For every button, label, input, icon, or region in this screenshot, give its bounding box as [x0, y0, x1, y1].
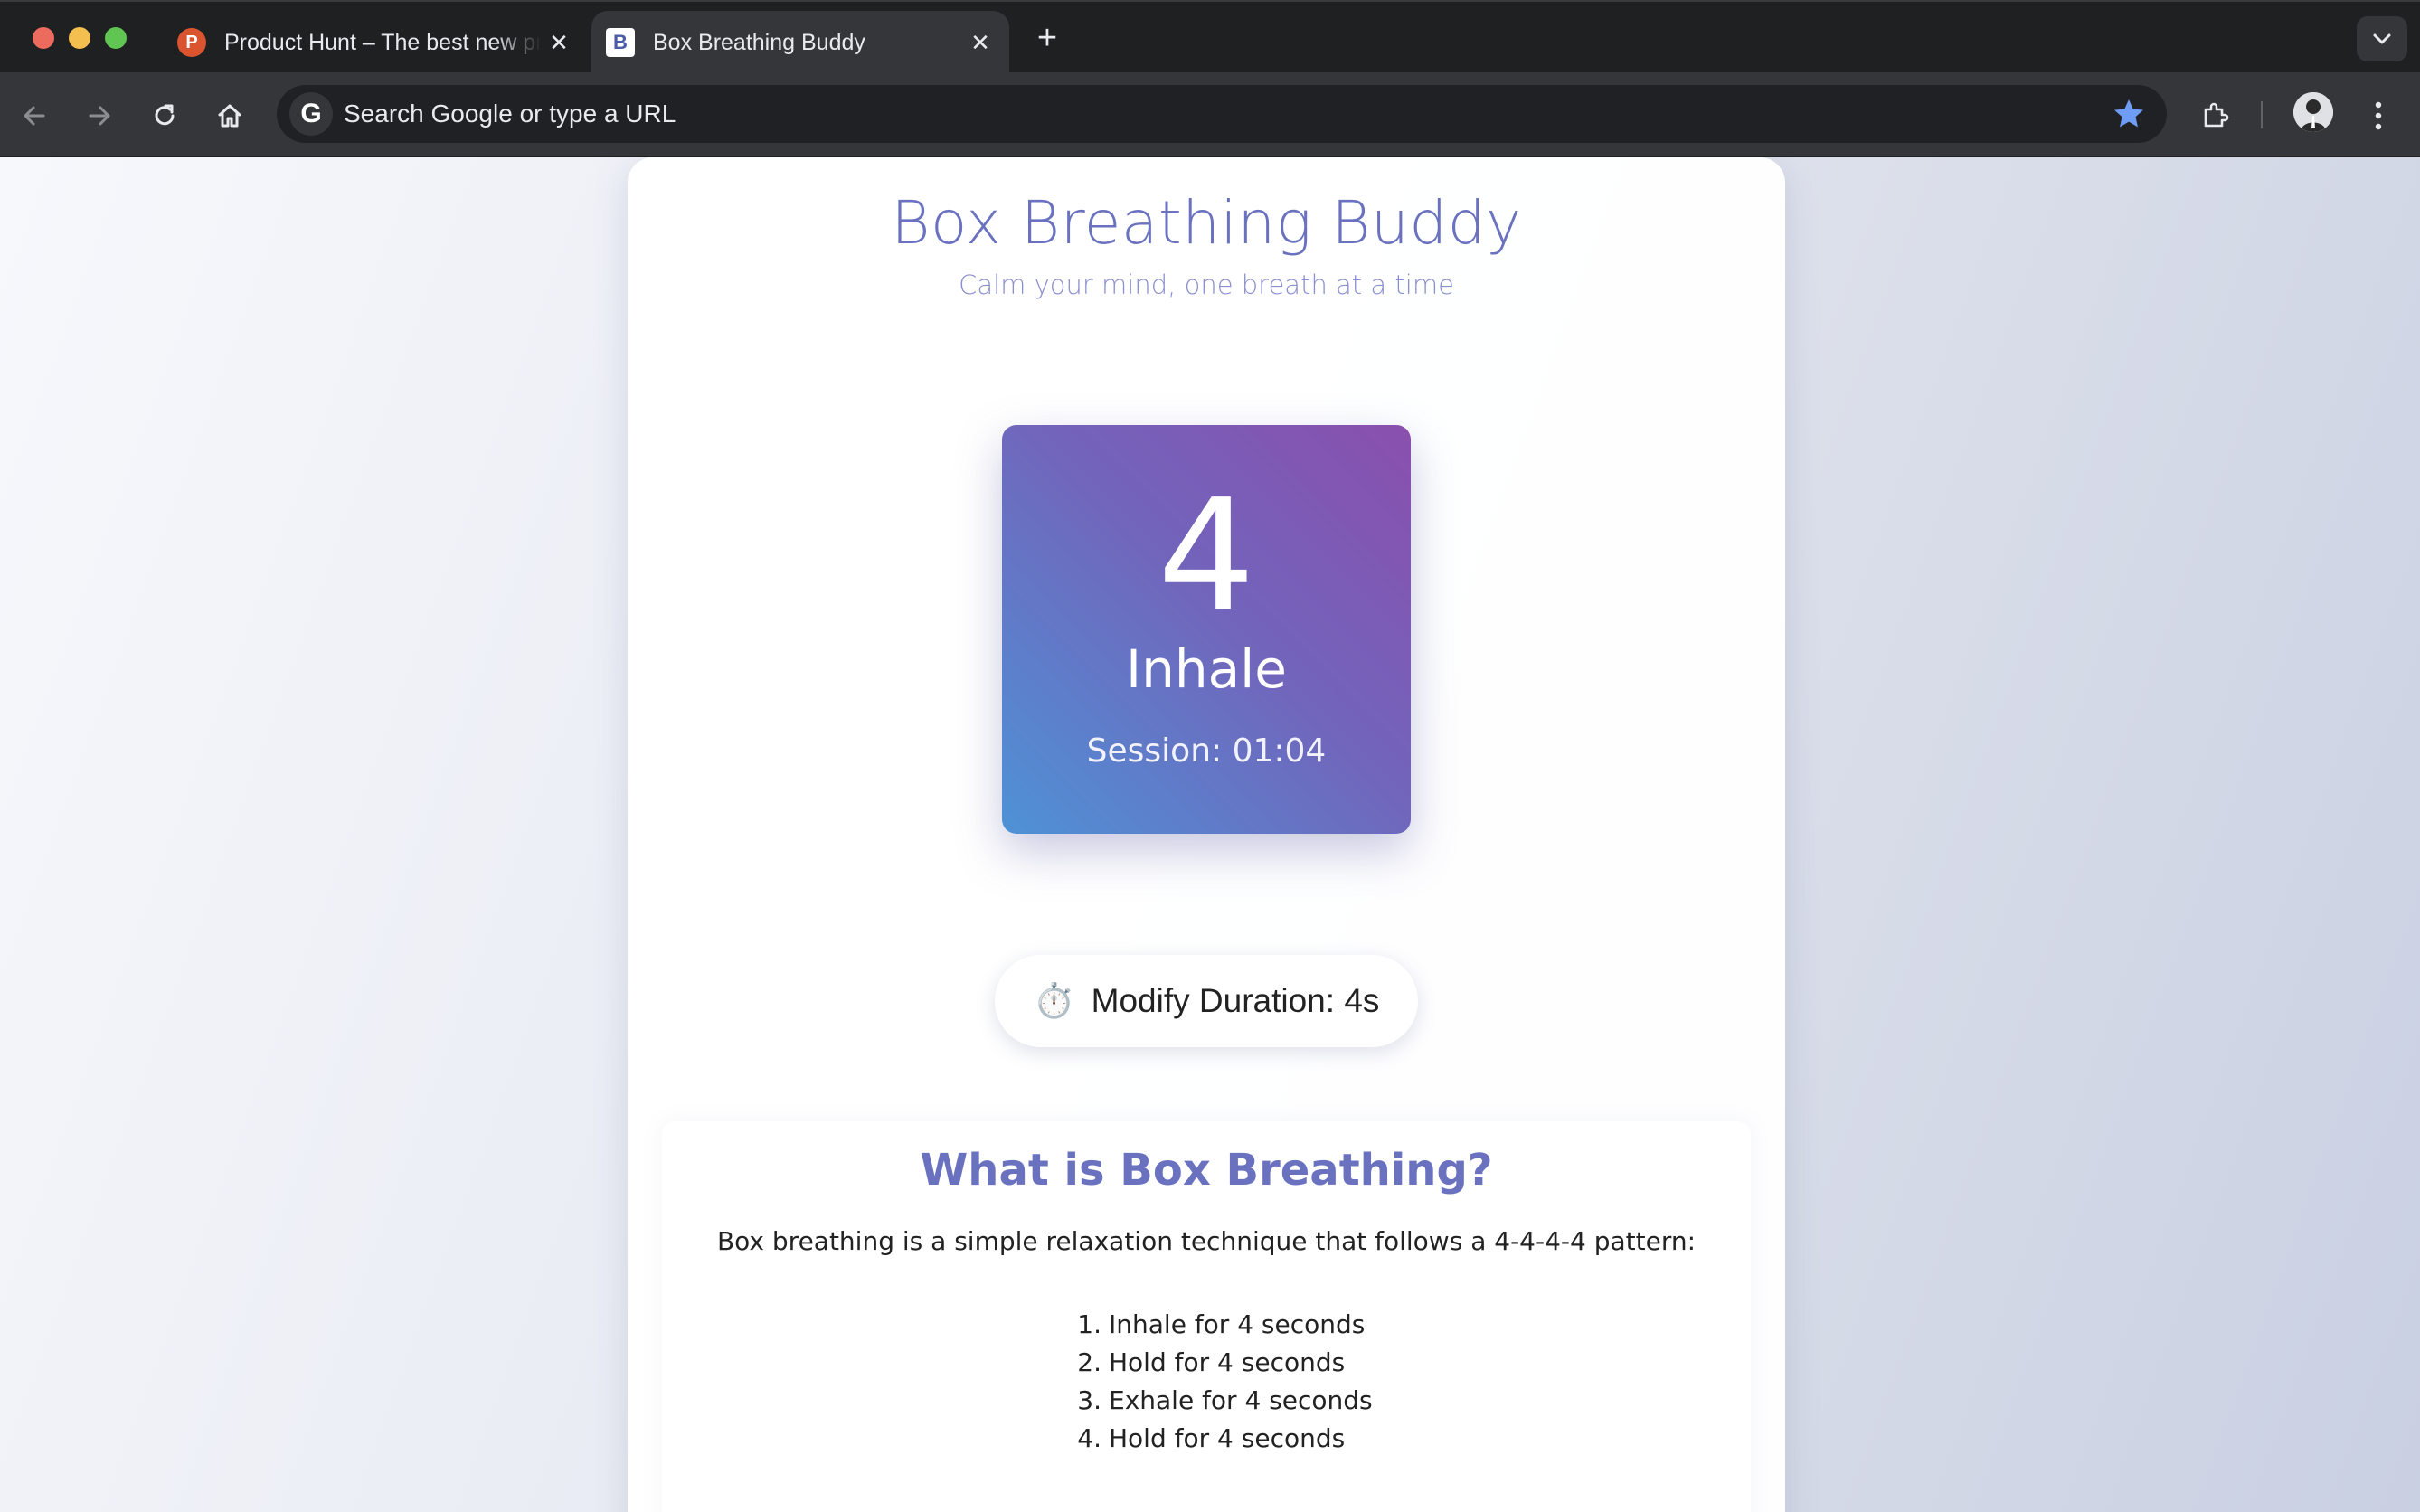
profile-avatar[interactable] [2293, 92, 2333, 132]
close-tab-icon[interactable]: ✕ [962, 24, 998, 61]
reload-icon[interactable] [143, 94, 186, 137]
back-arrow-icon[interactable] [13, 94, 56, 137]
modify-duration-label: Modify Duration: 4s [1091, 982, 1380, 1019]
list-item: 3. Exhale for 4 seconds [1077, 1385, 1373, 1415]
bookmark-star-icon[interactable] [2111, 96, 2147, 132]
extensions-puzzle-icon[interactable] [2194, 94, 2237, 137]
info-heading: What is Box Breathing? [920, 1145, 1493, 1195]
address-input[interactable]: Search Google or type a URL [344, 85, 676, 143]
info-section: What is Box Breathing? Box breathing is … [662, 1121, 1751, 1512]
maximize-window-button[interactable] [105, 27, 127, 49]
tab-title: Product Hunt – The best new products in … [224, 29, 541, 55]
browser-toolbar: G Search Google or type a URL [0, 72, 2420, 157]
page-subtitle: Calm your mind, one breath at a time [959, 269, 1454, 300]
address-bar[interactable]: G Search Google or type a URL [277, 85, 2167, 143]
list-item: 4. Hold for 4 seconds [1077, 1423, 1346, 1453]
app-card: Box Breathing Buddy Calm your mind, one … [628, 157, 1785, 1512]
close-window-button[interactable] [33, 27, 54, 49]
toolbar-divider [2261, 101, 2263, 128]
tab-search-chevron-down-icon[interactable] [2357, 16, 2407, 61]
breathing-box: 4 Inhale Session: 01:04 [1002, 425, 1411, 834]
page-viewport: Box Breathing Buddy Calm your mind, one … [0, 157, 2420, 1512]
tab-title: Box Breathing Buddy [653, 29, 865, 55]
breath-phase-label: Inhale [1126, 638, 1287, 700]
tab-product-hunt[interactable]: P Product Hunt – The best new products i… [163, 11, 588, 74]
google-g-icon: G [289, 92, 333, 136]
modify-duration-button[interactable]: ⏱️ Modify Duration: 4s [995, 955, 1418, 1047]
list-item: 1. Inhale for 4 seconds [1077, 1309, 1366, 1339]
steps-list: 1. Inhale for 4 seconds 2. Hold for 4 seco… [1060, 1306, 1512, 1458]
countdown-number: 4 [1157, 467, 1256, 646]
tab-strip: P Product Hunt – The best new products i… [0, 0, 2420, 74]
stopwatch-icon: ⏱️ [1033, 981, 1075, 1019]
home-icon[interactable] [208, 94, 251, 137]
product-hunt-favicon-icon: P [177, 28, 206, 57]
box-breathing-favicon-icon: B [606, 28, 635, 57]
session-timer: Session: 01:04 [1086, 732, 1327, 770]
new-tab-plus-icon[interactable]: + [1027, 18, 1067, 58]
more-vertical-icon[interactable] [2357, 94, 2400, 137]
info-description: Box breathing is a simple relaxation tec… [716, 1226, 1697, 1256]
close-tab-icon[interactable]: ✕ [541, 24, 577, 61]
page-title: Box Breathing Buddy [891, 188, 1522, 258]
tab-box-breathing-buddy[interactable]: B Box Breathing Buddy ✕ [591, 11, 1009, 74]
forward-arrow-icon[interactable] [78, 94, 121, 137]
minimize-window-button[interactable] [69, 27, 90, 49]
list-item: 2. Hold for 4 seconds [1077, 1347, 1346, 1377]
